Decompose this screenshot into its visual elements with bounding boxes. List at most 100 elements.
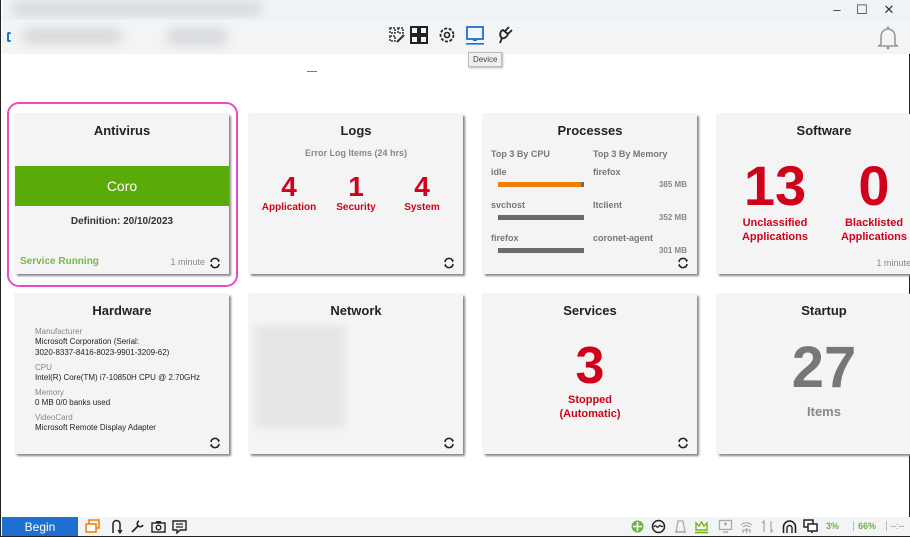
cpu-process-name: svchost xyxy=(491,200,526,210)
memory-process-name: firefox xyxy=(593,167,621,177)
plugin-icon[interactable] xyxy=(493,24,515,46)
log-security[interactable]: 1 Security xyxy=(321,171,391,214)
software-label: Unclassified xyxy=(742,217,808,229)
device-tooltip: Device xyxy=(468,52,503,67)
network-card[interactable]: Network xyxy=(249,294,463,454)
log-label: Security xyxy=(336,202,376,213)
memory-value: 301 MB xyxy=(658,246,687,255)
device-icon[interactable] xyxy=(464,24,486,46)
status-readout: --:-- xyxy=(890,521,905,531)
chat-icon[interactable] xyxy=(172,519,187,534)
card-title: Logs xyxy=(340,123,372,138)
refresh-icon[interactable] xyxy=(677,437,689,449)
card-title: Services xyxy=(563,303,617,318)
refresh-icon[interactable] xyxy=(209,437,221,449)
antivirus-card[interactable]: Antivirus Coro Definition: 20/10/2023 Se… xyxy=(15,114,229,274)
signal-icon[interactable] xyxy=(651,519,666,534)
last-updated: 1 minute xyxy=(876,258,910,268)
undo-icon[interactable] xyxy=(109,519,124,534)
transfer-icon[interactable] xyxy=(760,519,775,534)
last-updated: 1 minute xyxy=(170,257,205,267)
log-label: Application xyxy=(261,202,317,213)
hardware-value: 3020-8337-8416-8023-9901-3209-62) xyxy=(35,348,170,357)
close-button[interactable]: ✕ xyxy=(879,2,899,18)
move-icon[interactable] xyxy=(630,519,645,534)
software-label: Applications xyxy=(741,231,808,243)
cone-icon[interactable] xyxy=(673,519,688,534)
crown-icon[interactable] xyxy=(694,519,709,534)
blurred-header-text xyxy=(22,28,122,44)
tunnel-icon[interactable] xyxy=(782,519,797,534)
startup-count: 27 xyxy=(791,335,857,400)
blurred-header-text xyxy=(167,28,227,46)
begin-button[interactable]: Begin xyxy=(2,517,78,536)
software-label: Blacklisted xyxy=(844,217,904,229)
hardware-label: VideoCard xyxy=(35,413,73,422)
log-count: 4 xyxy=(414,171,430,202)
software-unclassified[interactable]: 13 Unclassified Applications xyxy=(725,156,825,244)
log-count: 1 xyxy=(348,171,364,202)
cpu-process-name: idle xyxy=(491,167,507,177)
wrench-icon[interactable] xyxy=(130,519,145,534)
multi-monitor-icon[interactable] xyxy=(803,519,818,534)
software-count: 13 xyxy=(743,154,807,217)
hardware-value: Microsoft Remote Display Adapter xyxy=(35,423,156,432)
antivirus-definition: Definition: 20/10/2023 xyxy=(70,216,174,227)
hardware-value: Intel(R) Core(TM) i7-10850H CPU @ 2.70GH… xyxy=(35,373,201,382)
log-system[interactable]: 4 System xyxy=(387,171,457,214)
remote-windows-icon[interactable] xyxy=(85,519,100,534)
logs-card[interactable]: Logs Error Log Items (24 hrs) 4 Applicat… xyxy=(249,114,463,274)
card-title: Startup xyxy=(801,303,847,318)
card-title: Network xyxy=(330,303,382,318)
hardware-label: Memory xyxy=(35,388,64,397)
processes-card[interactable]: Processes Top 3 By CPU Top 3 By Memory i… xyxy=(483,114,697,274)
logs-subtitle: Error Log Items (24 hrs) xyxy=(304,148,408,158)
log-label: System xyxy=(404,202,440,213)
hardware-label: CPU xyxy=(35,363,52,372)
cpu-usage-bar xyxy=(498,248,584,253)
presentation-icon[interactable] xyxy=(718,519,733,534)
cpu-usage-fill xyxy=(498,182,582,187)
cpu-usage-bar xyxy=(498,182,584,187)
hardware-details: Manufacturer Microsoft Corporation (Seri… xyxy=(35,322,221,433)
card-title: Antivirus xyxy=(93,123,151,138)
cpu-header: Top 3 By CPU xyxy=(491,149,550,159)
software-count: 0 xyxy=(858,154,890,217)
maximize-button[interactable]: ☐ xyxy=(852,2,872,18)
services-card[interactable]: Services 3 Stopped (Automatic) xyxy=(483,294,697,454)
blurred-network-details xyxy=(255,326,345,428)
refresh-icon[interactable] xyxy=(443,257,455,269)
minimize-button[interactable]: – xyxy=(827,2,847,17)
divider xyxy=(853,521,854,531)
memory-header: Top 3 By Memory xyxy=(593,149,668,159)
refresh-icon[interactable] xyxy=(443,437,455,449)
software-card[interactable]: Software 13 Unclassified Applications 0 … xyxy=(717,114,910,274)
software-label: Applications xyxy=(840,231,907,243)
title-bar: – ☐ ✕ xyxy=(2,0,910,20)
startup-card[interactable]: Startup 27 Items xyxy=(717,294,910,454)
edit-grid-icon[interactable] xyxy=(386,24,408,46)
refresh-icon[interactable] xyxy=(209,257,221,269)
cpu-process-name: firefox xyxy=(491,233,519,243)
hardware-value: Microsoft Corporation (Serial: xyxy=(35,337,140,346)
memory-value: 385 MB xyxy=(658,180,687,189)
hardware-card[interactable]: Hardware Manufacturer Microsoft Corporat… xyxy=(15,294,229,454)
hardware-value: 0 MB 0/0 banks used xyxy=(35,398,111,407)
refresh-icon[interactable] xyxy=(677,257,689,269)
camera-icon[interactable] xyxy=(151,519,166,534)
notification-bell-icon[interactable] xyxy=(877,26,899,50)
cpu-usage-bar xyxy=(498,215,584,220)
log-application[interactable]: 4 Application xyxy=(254,172,324,214)
sidebar-toggle-icon[interactable] xyxy=(7,32,11,42)
network-tree-icon[interactable] xyxy=(739,519,754,534)
software-blacklisted[interactable]: 0 Blacklisted Applications xyxy=(824,156,910,244)
divider xyxy=(886,521,887,531)
dashboard-icon[interactable] xyxy=(408,24,430,46)
decorative-dash xyxy=(307,71,317,72)
memory-percent: 66% xyxy=(858,521,877,531)
startup-label: Items xyxy=(807,404,841,419)
settings-icon[interactable] xyxy=(436,24,458,46)
antivirus-product: Coro xyxy=(106,178,138,194)
app-window: – ☐ ✕ Device Antivirus Coro Definition: … xyxy=(0,0,910,537)
taskbar: Begin 3% 66% --:-- xyxy=(2,517,910,536)
